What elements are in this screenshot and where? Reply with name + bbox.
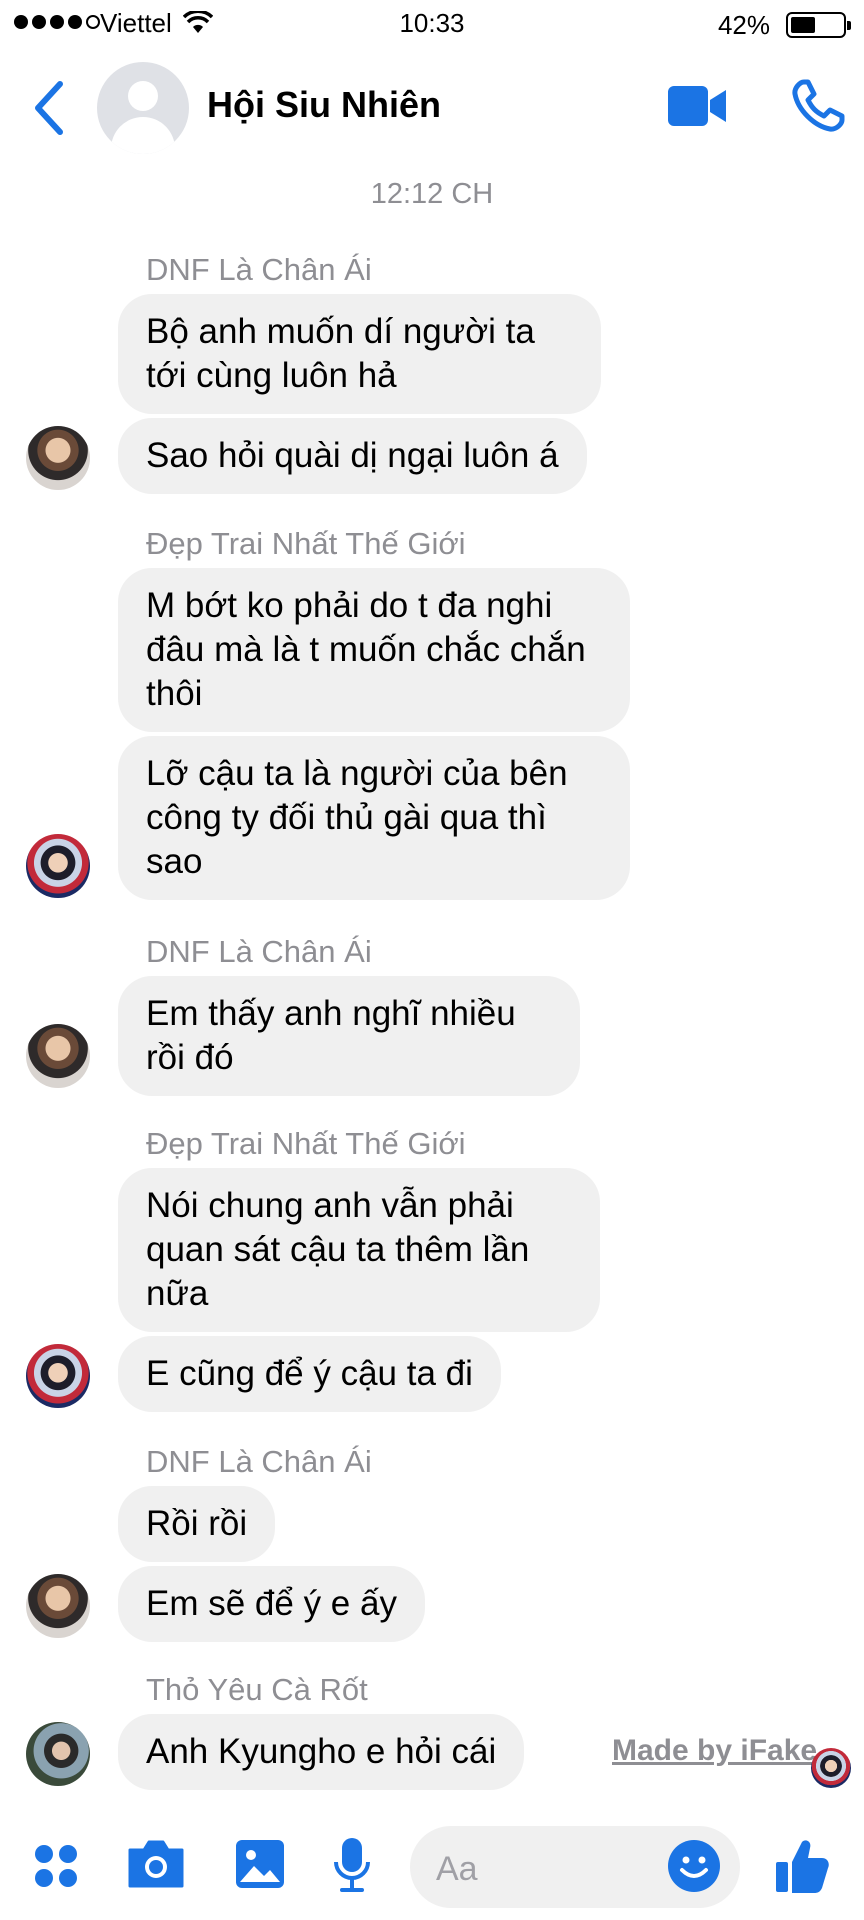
sender-name: DNF Là Chân Ái: [146, 252, 372, 287]
chat-header: Hội Siu Nhiên: [0, 48, 864, 168]
sender-avatar[interactable]: [26, 426, 90, 490]
sender-name: Đẹp Trai Nhất Thế Giới: [146, 1126, 466, 1161]
camera-icon[interactable]: [126, 1838, 186, 1890]
seen-indicator-avatar: [811, 1748, 851, 1788]
phone-call-icon[interactable]: [790, 78, 846, 134]
sender-name: Thỏ Yêu Cà Rốt: [146, 1672, 368, 1707]
sender-avatar[interactable]: [26, 1574, 90, 1638]
battery-icon: [786, 12, 851, 38]
message-bubble[interactable]: Nói chung anh vẫn phải quan sát cậu ta t…: [118, 1168, 600, 1332]
sender-name: DNF Là Chân Ái: [146, 934, 372, 969]
sender-name: DNF Là Chân Ái: [146, 1444, 372, 1479]
sender-avatar[interactable]: [26, 1344, 90, 1408]
message-bubble[interactable]: M bớt ko phải do t đa nghi đâu mà là t m…: [118, 568, 630, 732]
message-bubble[interactable]: Em thấy anh nghĩ nhiều rồi đó: [118, 976, 580, 1096]
sender-name: Đẹp Trai Nhất Thế Giới: [146, 526, 466, 561]
group-avatar[interactable]: [97, 62, 189, 154]
message-input-placeholder: Aa: [436, 1850, 478, 1888]
message-bubble[interactable]: E cũng để ý cậu ta đi: [118, 1336, 501, 1412]
status-bar: Viettel 10:33 42%: [0, 0, 864, 48]
message-bubble[interactable]: Em sẽ để ý e ấy: [118, 1566, 425, 1642]
conversation-timestamp: 12:12 CH: [370, 178, 494, 210]
battery-percentage: 42%: [717, 10, 770, 40]
message-bubble[interactable]: Lỡ cậu ta là người của bên công ty đối t…: [118, 736, 630, 900]
message-bubble[interactable]: Bộ anh muốn dí người ta tới cùng luôn hả: [118, 294, 601, 414]
emoji-icon[interactable]: [666, 1838, 722, 1894]
microphone-icon[interactable]: [332, 1836, 372, 1894]
sender-avatar[interactable]: [26, 1024, 90, 1088]
photo-gallery-icon[interactable]: [234, 1838, 286, 1890]
message-bubble[interactable]: Rồi rồi: [118, 1486, 276, 1562]
back-chevron-icon[interactable]: [26, 76, 70, 140]
group-name[interactable]: Hội Siu Nhiên: [207, 84, 441, 126]
like-thumbs-up-icon[interactable]: [774, 1836, 830, 1896]
sender-avatar[interactable]: [26, 834, 90, 898]
more-apps-icon[interactable]: [32, 1842, 80, 1890]
watermark-text: Made by iFake: [612, 1734, 818, 1767]
message-bubble[interactable]: Sao hỏi quài dị ngại luôn á: [118, 418, 587, 494]
message-bubble[interactable]: Anh Kyungho e hỏi cái: [118, 1714, 525, 1790]
video-call-icon[interactable]: [666, 84, 728, 128]
composer-bar: Aa: [0, 1816, 864, 1920]
sender-avatar[interactable]: [26, 1722, 90, 1786]
